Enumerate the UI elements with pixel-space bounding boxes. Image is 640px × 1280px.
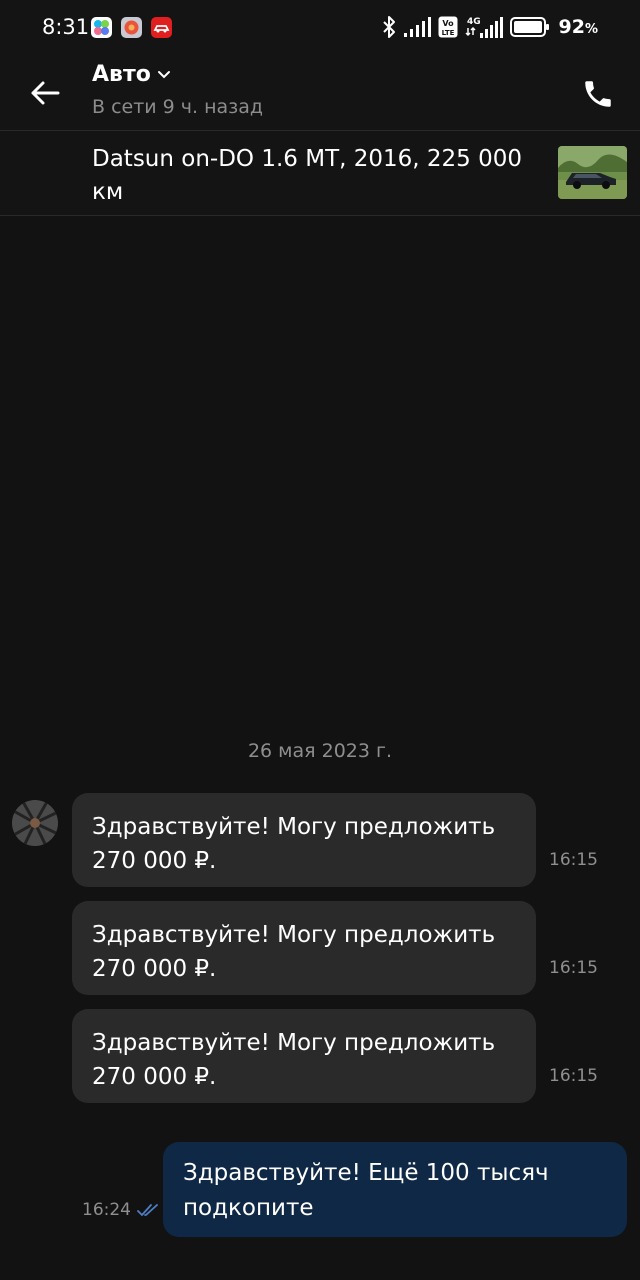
read-checkmarks-icon [137, 1204, 158, 1216]
incoming-message[interactable]: Здравствуйте! Могу предложить 270 000 ₽. [72, 901, 536, 995]
status-time: 8:31 [42, 15, 90, 39]
notification-icons [91, 17, 172, 38]
avatar[interactable] [12, 800, 58, 846]
car-app-notification-icon [151, 17, 172, 38]
date-separator: 26 мая 2023 г. [247, 740, 393, 762]
battery-icon [509, 17, 549, 37]
app-notification-icon [91, 17, 112, 38]
call-button[interactable] [574, 70, 622, 118]
chat-header: Авто В сети 9 ч. назад [0, 46, 640, 130]
back-button[interactable] [22, 70, 68, 116]
listing-thumbnail [558, 146, 627, 199]
phone-icon [585, 81, 611, 107]
battery-percent: 92% [558, 16, 598, 38]
app-notification-icon [121, 17, 142, 38]
svg-text:LTE: LTE [441, 29, 454, 37]
4g-signal-icon: 4G [464, 17, 503, 38]
status-bar: 8:31 Vo LTE 4G 92% [0, 0, 640, 46]
listing-card[interactable]: Datsun on-DO 1.6 MT, 2016, 225 000 км [0, 131, 640, 215]
arrow-left-icon [31, 81, 60, 105]
online-status: В сети 9 ч. назад [92, 96, 264, 118]
signal-icon [403, 17, 431, 37]
outgoing-message-meta: 16:24 [82, 1200, 159, 1220]
chevron-down-icon [157, 70, 170, 78]
outgoing-message[interactable]: Здравствуйте! Ещё 100 тысяч подкопите [163, 1142, 627, 1237]
contact-name: Авто [92, 62, 151, 87]
listing-divider [0, 215, 640, 216]
bluetooth-icon [382, 16, 395, 38]
listing-title: Datsun on-DO 1.6 MT, 2016, 225 000 км [92, 146, 523, 205]
status-indicators: Vo LTE 4G 92% [382, 14, 598, 40]
incoming-message[interactable]: Здравствуйте! Могу предложить 270 000 ₽. [72, 1009, 536, 1103]
svg-text:Vo: Vo [442, 19, 454, 28]
message-time: 16:15 [549, 1066, 598, 1086]
message-time: 16:24 [82, 1200, 131, 1220]
contact-title-dropdown[interactable]: Авто [92, 62, 171, 87]
svg-text:4G: 4G [467, 17, 481, 27]
message-time: 16:15 [549, 958, 598, 978]
incoming-message[interactable]: Здравствуйте! Могу предложить 270 000 ₽. [72, 793, 536, 887]
message-time: 16:15 [549, 850, 598, 870]
volte-icon: Vo LTE [438, 16, 458, 38]
